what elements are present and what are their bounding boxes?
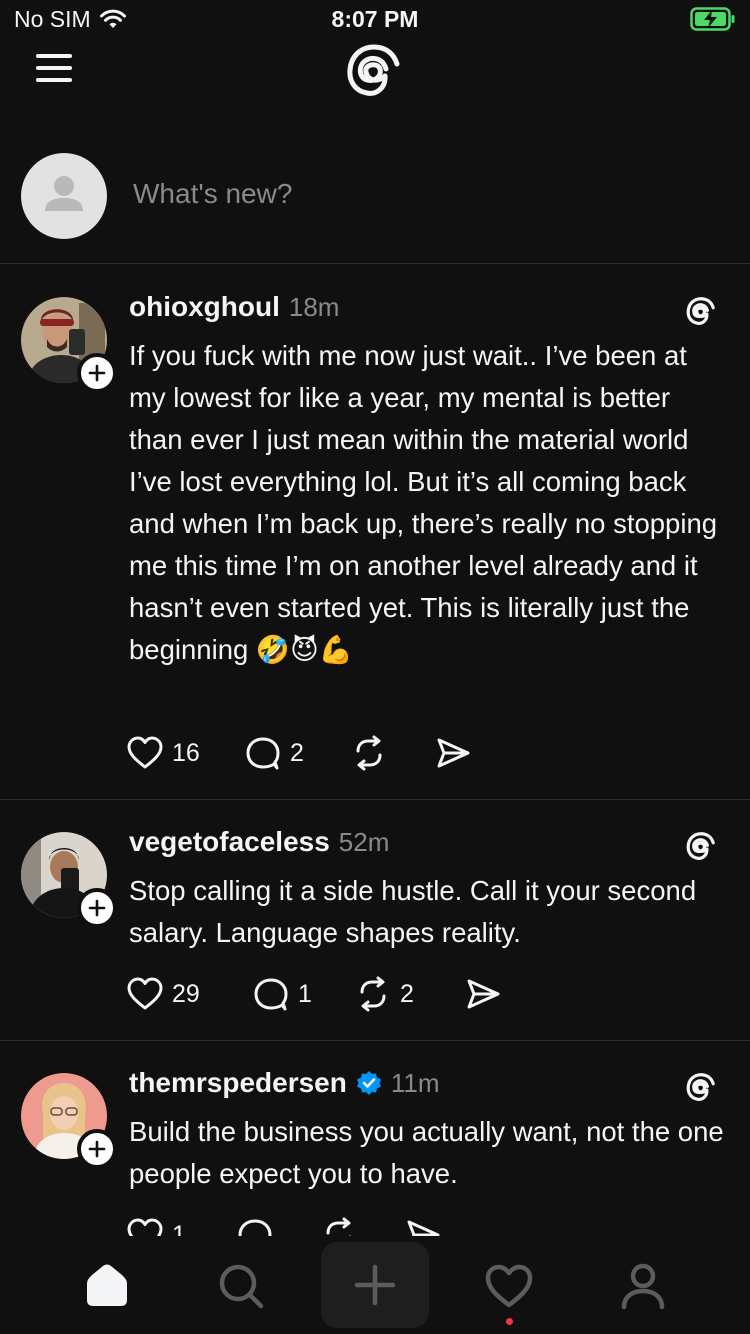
threads-icon[interactable] xyxy=(684,830,718,864)
post-time: 52m xyxy=(338,827,390,857)
like-button[interactable]: 16 xyxy=(126,735,244,771)
tab-search[interactable] xyxy=(201,1246,281,1326)
plus-icon xyxy=(354,1264,396,1306)
username[interactable]: ohioxghoul xyxy=(129,291,280,323)
follow-button[interactable] xyxy=(77,1129,117,1169)
share-button[interactable] xyxy=(434,735,472,771)
tab-activity[interactable] xyxy=(469,1246,549,1326)
menu-button[interactable] xyxy=(36,52,76,86)
top-nav xyxy=(0,40,750,110)
post-avatar-wrap xyxy=(21,832,117,928)
like-count: 16 xyxy=(172,738,200,767)
battery-charging-icon xyxy=(690,7,735,31)
post-time: 18m xyxy=(288,292,340,322)
post-actions: 29 1 2 xyxy=(126,976,502,1012)
post-actions: 16 2 xyxy=(126,735,472,771)
default-avatar-icon xyxy=(45,176,83,211)
tab-profile[interactable] xyxy=(603,1246,683,1326)
username[interactable]: vegetofaceless xyxy=(129,826,330,858)
status-time: 8:07 PM xyxy=(331,6,419,32)
tab-home[interactable] xyxy=(67,1246,147,1326)
repost-button[interactable] xyxy=(350,735,434,771)
post-text: If you fuck with me now just wait.. I’ve… xyxy=(129,340,718,665)
feed: ohioxghoul 18m If you fuck with me now j… xyxy=(0,265,750,1241)
thread-post[interactable]: vegetofaceless 52m Stop calling it a sid… xyxy=(0,800,750,1041)
heart-icon xyxy=(485,1264,533,1308)
home-icon xyxy=(87,1264,127,1306)
threads-logo-icon[interactable] xyxy=(342,40,406,104)
composer: What's new? xyxy=(0,140,750,264)
post-text: Stop calling it a side hustle. Call it y… xyxy=(129,875,697,948)
user-avatar[interactable] xyxy=(21,153,107,239)
tab-create[interactable] xyxy=(321,1242,429,1328)
post-header: ohioxghoul 18m xyxy=(129,291,339,323)
repost-icon xyxy=(360,976,386,1012)
post-time: 11m xyxy=(390,1068,440,1098)
threads-icon[interactable] xyxy=(684,295,718,329)
thread-post[interactable]: ohioxghoul 18m If you fuck with me now j… xyxy=(0,265,750,800)
follow-button[interactable] xyxy=(77,888,117,928)
reply-count: 2 xyxy=(290,738,304,767)
comment-icon xyxy=(254,978,288,1011)
threads-icon[interactable] xyxy=(684,1071,718,1105)
post-avatar-wrap xyxy=(21,1073,117,1169)
post-text: Build the business you actually want, no… xyxy=(129,1116,724,1189)
verified-badge-icon xyxy=(356,1071,381,1095)
comment-icon xyxy=(246,737,280,770)
heart-icon xyxy=(127,977,163,1010)
post-avatar-wrap xyxy=(21,297,117,393)
heart-icon xyxy=(127,736,163,769)
send-icon xyxy=(467,979,500,1009)
reply-button[interactable]: 1 xyxy=(252,976,354,1012)
like-button[interactable]: 29 xyxy=(126,976,252,1012)
like-count: 29 xyxy=(172,979,200,1008)
plus-icon xyxy=(88,1140,106,1158)
plus-icon xyxy=(88,364,106,382)
plus-icon xyxy=(88,899,106,917)
share-button[interactable] xyxy=(464,976,502,1012)
repost-button[interactable]: 2 xyxy=(354,976,464,1012)
post-header: themrspedersen 11m xyxy=(129,1067,440,1099)
thread-post[interactable]: themrspedersen 11m Build the business yo… xyxy=(0,1041,750,1241)
post-header: vegetofaceless 52m xyxy=(129,826,389,858)
repost-icon xyxy=(356,735,382,771)
follow-button[interactable] xyxy=(77,353,117,393)
notification-dot xyxy=(506,1318,513,1325)
repost-count: 2 xyxy=(400,979,414,1008)
reply-count: 1 xyxy=(298,979,312,1008)
tab-bar xyxy=(0,1236,750,1334)
profile-icon xyxy=(621,1263,665,1310)
status-bar: No SIM 8:07 PM xyxy=(0,0,750,40)
send-icon xyxy=(437,738,470,768)
reply-button[interactable]: 2 xyxy=(244,735,350,771)
new-thread-input[interactable]: What's new? xyxy=(133,178,292,210)
username[interactable]: themrspedersen xyxy=(129,1067,347,1099)
search-icon xyxy=(219,1264,264,1309)
